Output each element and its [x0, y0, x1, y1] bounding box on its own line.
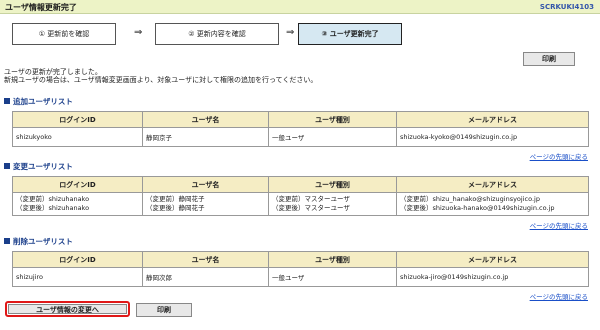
cell-user-name: 静岡京子 — [142, 127, 269, 147]
page-title: ユーザ情報更新完了 — [5, 3, 77, 12]
print-button-bottom[interactable]: 印刷 — [136, 303, 192, 317]
deleted-user-table: ログインID ユーザ名 ユーザ種別 メールアドレス shizujiro 静岡次郎… — [12, 251, 589, 287]
table-header-row: ログインID ユーザ名 ユーザ種別 メールアドレス — [12, 111, 589, 128]
table-header-row: ログインID ユーザ名 ユーザ種別 メールアドレス — [12, 251, 589, 268]
page-top-link[interactable]: ページの先頭に戻る — [530, 220, 588, 230]
section-changed-heading: 変更ユーザリスト — [4, 161, 73, 172]
step-arrow-icon: ⇒ — [134, 27, 143, 38]
page-top-link[interactable]: ページの先頭に戻る — [530, 291, 588, 301]
cell-user-name: （変更前）静岡花子 （変更後）静岡花子 — [142, 192, 269, 216]
cell-email: shizuoka-kyoko@0149shizugin.co.jp — [396, 127, 589, 147]
email-before: （変更前）shizu_hanako@shizuginsyojico.jp — [400, 195, 540, 203]
login-before: （変更前）shizuhanako — [16, 195, 90, 203]
section-added-heading: 追加ユーザリスト — [4, 96, 73, 107]
type-after: （変更後）マスターユーザ — [272, 204, 350, 212]
print-button-top[interactable]: 印刷 — [523, 52, 575, 66]
square-bullet-icon — [4, 163, 10, 169]
cell-user-type: （変更前）マスターユーザ （変更後）マスターユーザ — [268, 192, 397, 216]
column-user-name: ユーザ名 — [142, 251, 269, 268]
cell-user-type: 一般ユーザ — [268, 267, 397, 287]
title-bar: ユーザ情報更新完了 SCRKUKI4103 — [0, 0, 600, 14]
column-email: メールアドレス — [396, 251, 589, 268]
square-bullet-icon — [4, 98, 10, 104]
column-email: メールアドレス — [396, 111, 589, 128]
screen-id: SCRKUKI4103 — [539, 3, 594, 11]
step-2: ② 更新内容を確認 — [155, 23, 279, 45]
cell-user-name: 静岡次郎 — [142, 267, 269, 287]
change-user-info-button[interactable]: ユーザ情報の変更へ — [8, 304, 127, 314]
section-changed-title: 変更ユーザリスト — [13, 162, 73, 171]
table-row: （変更前）shizuhanako （変更後）shizuhanako （変更前）静… — [12, 192, 589, 216]
step-1: ① 更新前を確認 — [12, 23, 116, 45]
column-login-id: ログインID — [12, 176, 143, 193]
table-row: shizukyoko 静岡京子 一般ユーザ shizuoka-kyoko@014… — [12, 127, 589, 147]
cell-login-id: shizujiro — [12, 267, 143, 287]
table-row: shizujiro 静岡次郎 一般ユーザ shizuoka-jiro@0149s… — [12, 267, 589, 287]
name-after: （変更後）静岡花子 — [146, 204, 205, 212]
message-line-1: ユーザの更新が完了しました。 — [4, 68, 102, 76]
section-deleted-title: 削除ユーザリスト — [13, 237, 73, 246]
column-user-type: ユーザ種別 — [268, 176, 397, 193]
column-login-id: ログインID — [12, 111, 143, 128]
column-email: メールアドレス — [396, 176, 589, 193]
column-user-name: ユーザ名 — [142, 111, 269, 128]
column-login-id: ログインID — [12, 251, 143, 268]
section-added-title: 追加ユーザリスト — [13, 97, 73, 106]
completion-message: ユーザの更新が完了しました。 新規ユーザの場合は、ユーザ情報変更画面より、対象ユ… — [4, 68, 317, 84]
cell-login-id: shizukyoko — [12, 127, 143, 147]
step-indicator: ① 更新前を確認 ⇒ ② 更新内容を確認 ⇒ ③ ユーザ更新完了 — [12, 23, 412, 45]
column-user-name: ユーザ名 — [142, 176, 269, 193]
page-top-link[interactable]: ページの先頭に戻る — [530, 151, 588, 161]
added-user-table: ログインID ユーザ名 ユーザ種別 メールアドレス shizukyoko 静岡京… — [12, 111, 589, 147]
section-deleted-heading: 削除ユーザリスト — [4, 236, 73, 247]
column-user-type: ユーザ種別 — [268, 251, 397, 268]
cell-user-type: 一般ユーザ — [268, 127, 397, 147]
message-line-2: 新規ユーザの場合は、ユーザ情報変更画面より、対象ユーザに対して権限の追加を行って… — [4, 76, 318, 84]
table-header-row: ログインID ユーザ名 ユーザ種別 メールアドレス — [12, 176, 589, 193]
cell-email: shizuoka-jiro@0149shizugin.co.jp — [396, 267, 589, 287]
step-3-current: ③ ユーザ更新完了 — [298, 23, 402, 45]
email-after: （変更後）shizuoka-hanako@0149shizugin.co.jp — [400, 204, 555, 212]
change-user-info-button-highlight[interactable]: ユーザ情報の変更へ — [5, 301, 130, 317]
square-bullet-icon — [4, 238, 10, 244]
cell-email: （変更前）shizu_hanako@shizuginsyojico.jp （変更… — [396, 192, 589, 216]
step-arrow-icon: ⇒ — [286, 27, 295, 38]
column-user-type: ユーザ種別 — [268, 111, 397, 128]
name-before: （変更前）静岡花子 — [146, 195, 205, 203]
cell-login-id: （変更前）shizuhanako （変更後）shizuhanako — [12, 192, 143, 216]
login-after: （変更後）shizuhanako — [16, 204, 90, 212]
changed-user-table: ログインID ユーザ名 ユーザ種別 メールアドレス （変更前）shizuhana… — [12, 176, 589, 216]
type-before: （変更前）マスターユーザ — [272, 195, 350, 203]
